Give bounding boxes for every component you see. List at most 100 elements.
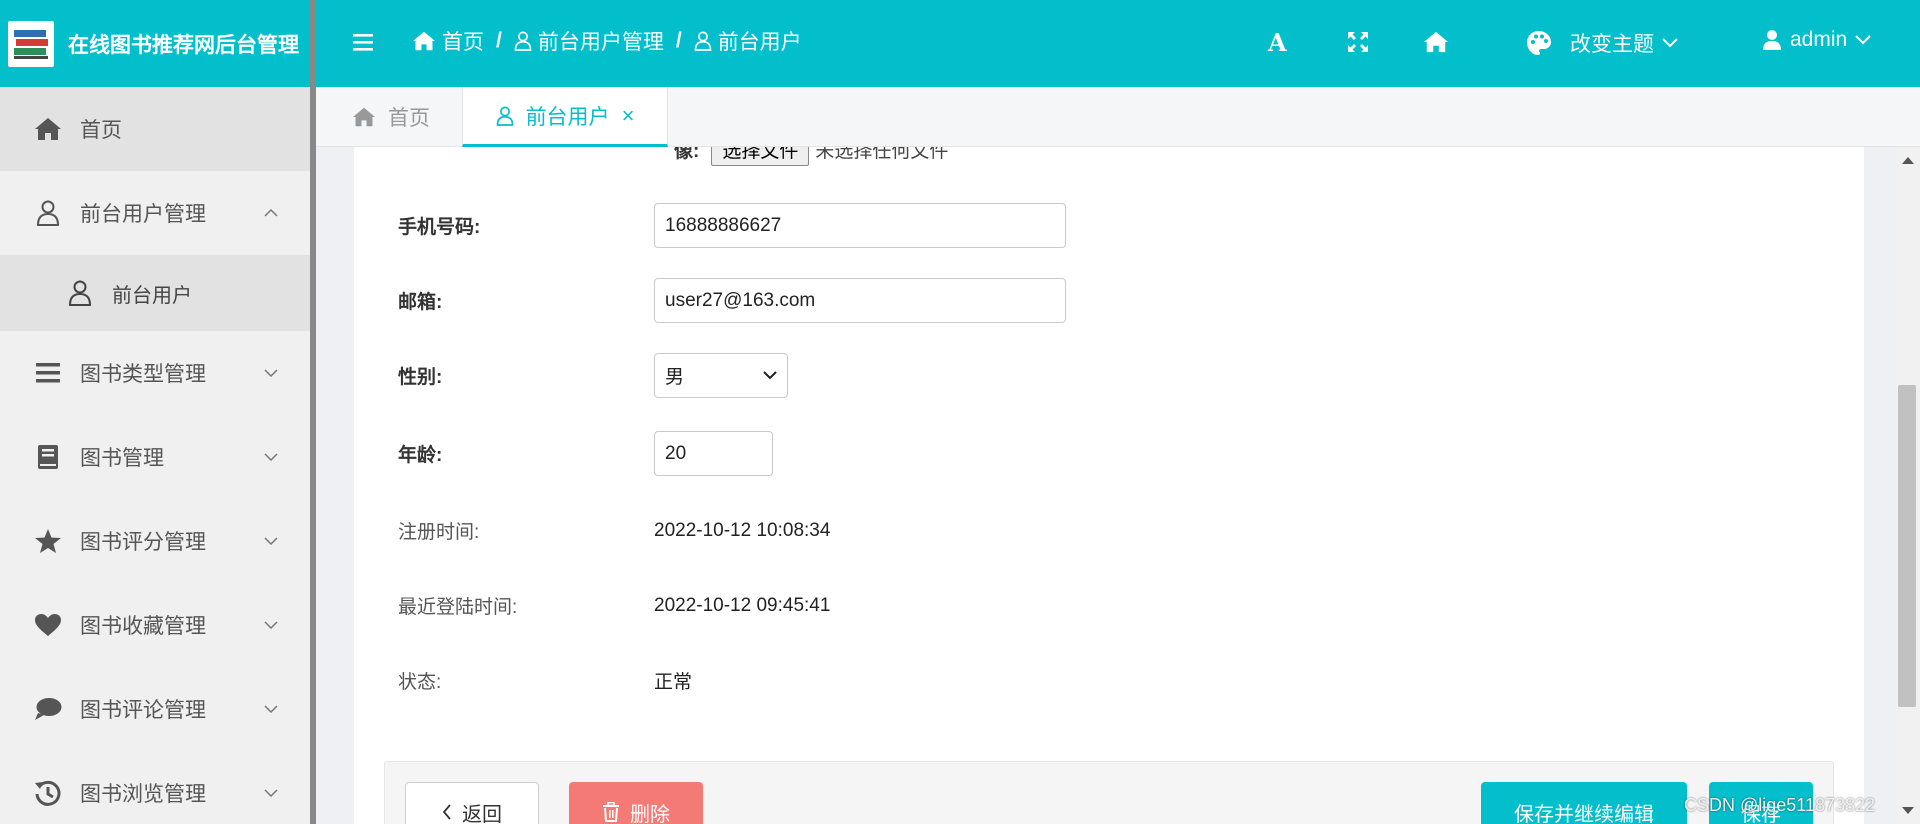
sidebar-item-book-comment-mgmt[interactable]: 图书评论管理 [0, 667, 310, 751]
sidebar-item-label: 首页 [80, 119, 122, 142]
email-label: 邮箱: [398, 292, 443, 313]
logo-area[interactable]: 在线图书推荐网后台管理 [0, 0, 310, 87]
gender-value: 男 [665, 367, 685, 388]
tab-home[interactable]: 首页 [352, 87, 462, 147]
avatar-file-upload: 像: 选择文件 未选择任何文件 [674, 147, 948, 166]
sidebar-item-book-type-mgmt[interactable]: 图书类型管理 [0, 331, 310, 415]
user-icon [496, 106, 513, 126]
sidebar-item-book-browse-mgmt[interactable]: 图书浏览管理 [0, 751, 310, 824]
sidebar-item-frontend-user[interactable]: 前台用户 [0, 255, 310, 331]
sidebar-item-book-favorite-mgmt[interactable]: 图书收藏管理 [0, 583, 310, 667]
chevron-down-icon [264, 789, 278, 797]
breadcrumb-label: 前台用户管理 [537, 31, 664, 54]
user-dropdown[interactable]: admin [1762, 28, 1871, 52]
breadcrumb-item-user[interactable]: 前台用户 [694, 26, 802, 56]
chevron-down-icon [1855, 35, 1871, 45]
scroll-down-arrow-icon[interactable] [1902, 807, 1914, 814]
status-label: 状态: [398, 672, 442, 693]
register-time-label: 注册时间: [398, 522, 480, 543]
tab-label: 前台用户 [525, 105, 610, 129]
age-input[interactable]: 20 [654, 431, 773, 476]
gender-select[interactable]: 男 [654, 353, 788, 398]
scroll-up-arrow-icon[interactable] [1902, 157, 1914, 164]
user-icon [32, 200, 64, 226]
tab-label: 首页 [388, 107, 430, 130]
phone-row: 手机号码: 16888886627 [398, 203, 1066, 248]
form-actions-bar: 返回 删除 保存并继续编辑 保存 [384, 761, 1834, 824]
chevron-up-icon [264, 209, 278, 217]
last-login-row: 最近登陆时间: 2022-10-12 09:45:41 [398, 592, 830, 619]
chevron-down-icon [264, 705, 278, 713]
breadcrumb-separator: / [496, 29, 502, 52]
menu-toggle-icon[interactable] [352, 32, 374, 52]
chevron-down-icon [264, 453, 278, 461]
breadcrumb-item-user-mgmt[interactable]: 前台用户管理 [514, 26, 664, 56]
fullscreen-icon[interactable] [1346, 30, 1370, 54]
sidebar-item-label: 图书收藏管理 [80, 615, 206, 638]
register-time-value: 2022-10-12 10:08:34 [654, 519, 831, 541]
back-button-label: 返回 [462, 803, 502, 824]
phone-input[interactable]: 16888886627 [654, 203, 1066, 248]
avatar-label-partial: 像: [674, 147, 700, 162]
user-icon [1763, 30, 1781, 50]
watermark: CSDN @lige511873822 [1684, 795, 1876, 815]
chevron-down-icon [763, 371, 777, 380]
username: admin [1790, 28, 1848, 51]
app-title: 在线图书推荐网后台管理 [68, 33, 299, 57]
sidebar-item-label: 图书管理 [80, 447, 164, 470]
last-login-value: 2022-10-12 09:45:41 [654, 594, 831, 616]
status-row: 状态: 正常 [398, 667, 692, 694]
delete-button[interactable]: 删除 [569, 782, 703, 824]
sidebar-item-label: 图书类型管理 [80, 363, 206, 386]
history-icon [32, 779, 64, 807]
sidebar-item-book-mgmt[interactable]: 图书管理 [0, 415, 310, 499]
breadcrumb-item-home[interactable]: 首页 [412, 26, 484, 56]
file-status-text: 未选择任何文件 [815, 147, 949, 162]
chevron-left-icon [442, 804, 451, 820]
sidebar-item-label: 前台用户 [112, 284, 192, 307]
top-bar: 首页 / 前台用户管理 / 前台用户 A 改变主题 admin [316, 0, 1920, 87]
sidebar-item-label: 图书评论管理 [80, 699, 206, 722]
chevron-down-icon [264, 537, 278, 545]
change-theme-dropdown[interactable]: 改变主题 [1526, 28, 1678, 58]
home-icon [413, 31, 435, 51]
age-label: 年龄: [398, 445, 443, 466]
user-icon [694, 31, 712, 51]
star-icon [32, 528, 64, 554]
breadcrumb-label: 首页 [442, 31, 484, 54]
choose-file-button[interactable]: 选择文件 [711, 147, 810, 166]
breadcrumb-label: 前台用户 [717, 31, 802, 54]
back-button[interactable]: 返回 [405, 782, 539, 824]
status-value: 正常 [654, 672, 693, 693]
scrollbar-thumb[interactable] [1898, 385, 1916, 707]
save-and-continue-button[interactable]: 保存并继续编辑 [1481, 782, 1687, 824]
comment-icon [32, 697, 64, 721]
logo-books-icon [8, 20, 54, 67]
phone-label: 手机号码: [398, 217, 481, 238]
gender-label: 性别: [398, 367, 443, 388]
gender-row: 性别: 男 [398, 353, 788, 398]
palette-icon [1527, 31, 1551, 55]
sidebar-item-book-rating-mgmt[interactable]: 图书评分管理 [0, 499, 310, 583]
breadcrumb: 首页 / 前台用户管理 / 前台用户 [412, 26, 802, 56]
email-row: 邮箱: user27@163.com [398, 278, 1066, 323]
book-icon [32, 444, 64, 470]
user-icon [514, 31, 532, 51]
chevron-down-icon [264, 621, 278, 629]
email-input[interactable]: user27@163.com [654, 278, 1066, 323]
font-size-icon[interactable]: A [1268, 28, 1287, 57]
sidebar-item-frontend-user-mgmt[interactable]: 前台用户管理 [0, 171, 310, 255]
close-icon[interactable]: × [622, 103, 635, 129]
tab-frontend-user[interactable]: 前台用户 × [462, 87, 668, 147]
home-icon[interactable] [1422, 30, 1450, 54]
last-login-label: 最近登陆时间: [398, 597, 518, 618]
age-row: 年龄: 20 [398, 431, 773, 476]
register-time-row: 注册时间: 2022-10-12 10:08:34 [398, 517, 830, 544]
content-card: 像: 选择文件 未选择任何文件 手机号码: 16888886627 邮箱: us… [354, 147, 1864, 824]
page-scrollbar[interactable] [1895, 147, 1920, 824]
sidebar-item-home[interactable]: 首页 [0, 87, 310, 171]
list-icon [32, 362, 64, 384]
sidebar: 在线图书推荐网后台管理 首页 前台用户管理 前台用户 图书类型管理 图书管理 图… [0, 0, 316, 824]
sidebar-item-label: 图书评分管理 [80, 531, 206, 554]
tab-bar: 首页 前台用户 × [316, 87, 1920, 147]
